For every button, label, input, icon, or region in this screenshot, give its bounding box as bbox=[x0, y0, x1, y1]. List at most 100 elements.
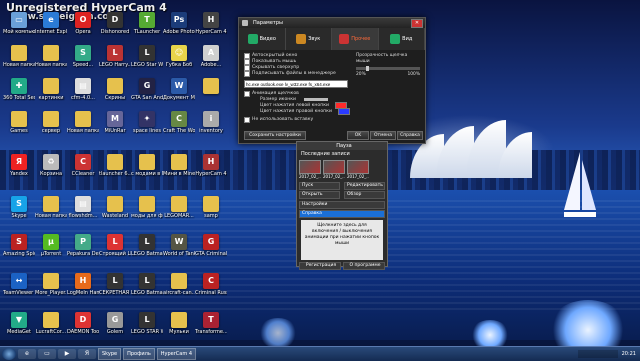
desktop-icon[interactable]: GGTA Criminal Russia bbox=[195, 234, 227, 272]
desktop-icon[interactable]: Новая папка bbox=[67, 111, 99, 149]
system-tray[interactable] bbox=[578, 350, 618, 358]
recent-thumbnail[interactable]: 2017_02_.. bbox=[347, 160, 369, 179]
cancel-button[interactable]: Отмена bbox=[370, 131, 396, 140]
desktop-icon-label: LucraftCor... bbox=[35, 329, 67, 335]
desktop-icon[interactable]: CCriminal Russia M... bbox=[195, 273, 227, 311]
desktop-icon[interactable]: с модами в Minecraft bbox=[131, 154, 163, 192]
desktop-icon[interactable]: LСтроящий LEGO bbox=[99, 234, 131, 272]
desktop-icon[interactable]: tlauncher 6... bbox=[99, 154, 131, 192]
desktop-icon[interactable]: ♻ Корзина bbox=[35, 154, 67, 192]
desktop-icon[interactable]: DDAEMON Tools Lite bbox=[67, 312, 99, 350]
tab-sound[interactable]: Звук bbox=[286, 28, 332, 50]
desktop-icon[interactable]: C CCleaner bbox=[67, 154, 99, 192]
desktop-icon[interactable]: SAmazing Spider-Man bbox=[3, 234, 35, 272]
folder-icon bbox=[203, 78, 219, 94]
desktop-icon[interactable]: S Skype bbox=[3, 196, 35, 234]
desktop-icon[interactable]: Мульки bbox=[163, 312, 195, 350]
bottom-option-row[interactable]: Не использовать вставку bbox=[244, 116, 420, 123]
browse-action-button[interactable]: Обзор bbox=[344, 191, 385, 199]
desktop-icon-label: GTA San Andreas bbox=[131, 95, 163, 101]
help-button[interactable]: Справка bbox=[397, 131, 423, 140]
option-row[interactable]: Подписывать файлы в менеджере bbox=[244, 71, 356, 77]
app-icon: Ps bbox=[171, 12, 187, 28]
tab-video[interactable]: Видео bbox=[239, 28, 286, 50]
desktop-icon[interactable]: G Golem bbox=[99, 312, 131, 350]
exclude-list-input[interactable] bbox=[244, 80, 348, 88]
taskbar-app-hypercam[interactable]: HyperCam 4 bbox=[156, 348, 197, 360]
desktop-icon[interactable]: ↔TeamViewer 10 bbox=[3, 273, 35, 311]
desktop-icon[interactable]: L LEGO Batman bbox=[131, 234, 163, 272]
desktop-icon[interactable]: LLEGO STAR WARS Th... bbox=[131, 312, 163, 350]
desktop-icon[interactable]: Я Yandex bbox=[3, 154, 35, 192]
desktop-icon[interactable]: WWorld of Tanks bbox=[163, 234, 195, 272]
desktop-icon[interactable]: samp bbox=[195, 196, 227, 234]
taskbar-app-skype[interactable]: Skype bbox=[98, 348, 122, 360]
tab-sound-label: Звук bbox=[308, 36, 321, 42]
start-action-button[interactable]: Пуск bbox=[299, 182, 340, 190]
desktop-icon-label: 360 Total Security bbox=[3, 95, 35, 101]
panel-settings-item[interactable]: Настройки bbox=[299, 201, 385, 209]
desktop-icon[interactable]: сервер bbox=[35, 111, 67, 149]
recent-thumbnail[interactable]: 2017_02_.. bbox=[299, 160, 321, 179]
tab-other[interactable]: Прочее bbox=[332, 28, 379, 50]
desktop-icon-label: Pepakura Designer 3 bbox=[67, 251, 99, 257]
yandex-taskbar-icon[interactable]: Я bbox=[78, 349, 96, 359]
save-settings-button[interactable]: Сохранить настройки bbox=[244, 131, 306, 140]
desktop-icon[interactable]: L LEGO Batman bbox=[131, 273, 163, 311]
edit-action-button[interactable]: Редактировать bbox=[344, 182, 385, 190]
settings-window[interactable]: Параметры ✕ Видео Звук Прочее Вид Автоск… bbox=[238, 17, 426, 144]
desktop-icon[interactable]: H HyperCam 4 bbox=[195, 154, 227, 192]
tab-view[interactable]: Вид bbox=[379, 28, 425, 50]
desktop-icon[interactable]: µ µTorrent bbox=[35, 234, 67, 272]
desktop-icon[interactable]: LEGOMAR... bbox=[163, 196, 195, 234]
desktop-icon[interactable]: Новая папка bbox=[35, 196, 67, 234]
desktop-icon[interactable]: Games bbox=[3, 111, 35, 149]
media-taskbar-icon[interactable]: ▶ bbox=[58, 349, 76, 359]
desktop-icon[interactable]: PPepakura Designer 3 bbox=[67, 234, 99, 272]
app-icon: C bbox=[75, 154, 91, 170]
register-button[interactable]: Регистрация bbox=[299, 262, 341, 270]
open-action-button[interactable]: Открыть bbox=[299, 191, 340, 199]
desktop-icon[interactable]: ▤ flowshdm... bbox=[67, 196, 99, 234]
desktop-icon[interactable]: More_Player... bbox=[35, 273, 67, 311]
hypercam-panel[interactable]: Пауза Последние записи 2017_02_.. 2017_0… bbox=[296, 141, 388, 270]
checkbox[interactable] bbox=[244, 90, 250, 97]
desktop-icon[interactable]: TTransforme... of Cyb... bbox=[195, 312, 227, 350]
ie-taskbar-icon[interactable]: e bbox=[18, 349, 36, 359]
desktop-icon[interactable]: LСЕКРЕТНАЯ ЛАБОРАТ... bbox=[99, 273, 131, 311]
desktop-icon[interactable]: Мини в Minecraft bbox=[163, 154, 195, 192]
explorer-taskbar-icon[interactable]: ▭ bbox=[38, 349, 56, 359]
slider-thumb[interactable] bbox=[366, 66, 369, 71]
desktop-icon[interactable]: CCraft The World bbox=[163, 111, 195, 149]
folder-icon bbox=[107, 196, 123, 212]
transparency-slider[interactable] bbox=[356, 66, 420, 71]
flower-decoration bbox=[258, 318, 298, 348]
animation-toggle-notice[interactable]: Щелкните здесь для включения / выключени… bbox=[301, 220, 383, 260]
checkbox[interactable] bbox=[244, 116, 250, 123]
right-color-swatch[interactable] bbox=[337, 108, 350, 115]
desktop-icon[interactable]: моды для фильмов bbox=[131, 196, 163, 234]
taskbar-app-profile[interactable]: Профиль bbox=[123, 348, 155, 360]
desktop-icon-label: Criminal Russia M... bbox=[195, 290, 227, 296]
desktop-icon[interactable]: M MiUnRar bbox=[99, 111, 131, 149]
panel-help-item[interactable]: Справка bbox=[299, 210, 385, 218]
desktop-icon[interactable]: Wasteland bbox=[99, 196, 131, 234]
desktop-icon[interactable]: ✦ space lines bbox=[131, 111, 163, 149]
ok-button[interactable]: OK bbox=[347, 131, 369, 140]
desktop-icon[interactable]: HLogMeIn Hamachi bbox=[67, 273, 99, 311]
recent-thumbnail[interactable]: 2017_02_.. bbox=[323, 160, 345, 179]
desktop-icon[interactable]: aircraft-can... bbox=[163, 273, 195, 311]
settings-title-bar[interactable]: Параметры ✕ bbox=[239, 18, 425, 28]
desktop-icon[interactable]: i inventory bbox=[195, 111, 227, 149]
checkbox[interactable] bbox=[244, 71, 250, 77]
close-icon[interactable]: ✕ bbox=[411, 19, 423, 28]
about-button[interactable]: О программе bbox=[343, 262, 385, 270]
thumbnail-label: 2017_02_.. bbox=[299, 174, 321, 179]
size-slider[interactable] bbox=[304, 98, 329, 101]
app-icon: W bbox=[171, 234, 187, 250]
desktop-icon-label: aircraft-can... bbox=[163, 290, 195, 296]
folder-icon bbox=[43, 196, 59, 212]
desktop-icon[interactable]: ▼ MediaGet bbox=[3, 312, 35, 350]
start-button[interactable] bbox=[2, 348, 16, 360]
desktop-icon[interactable]: LucraftCor... bbox=[35, 312, 67, 350]
